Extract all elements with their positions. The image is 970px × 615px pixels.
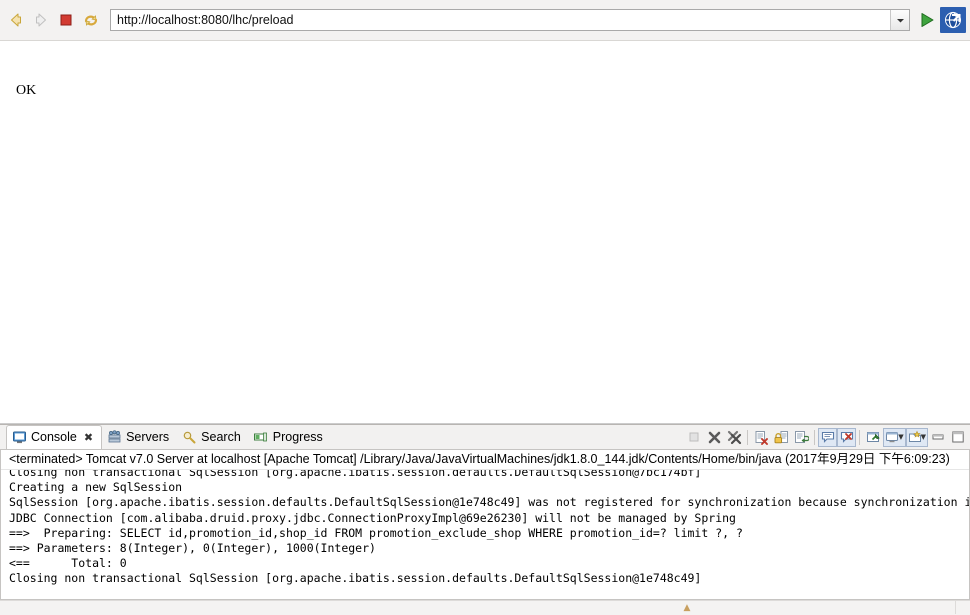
console-horizontal-scrollbar[interactable]: ▲: [0, 600, 970, 615]
console-view: Console ✖ Servers Search Progress ▼ ▼ <t…: [0, 424, 970, 615]
url-input[interactable]: http://localhost:8080/lhc/preload: [111, 10, 890, 30]
url-bar[interactable]: http://localhost:8080/lhc/preload: [110, 9, 910, 31]
console-terminated-header: <terminated> Tomcat v7.0 Server at local…: [1, 450, 969, 470]
scrollbar-thumb[interactable]: ▲: [680, 603, 694, 613]
pin-console-icon[interactable]: [863, 427, 883, 447]
tab-servers[interactable]: Servers: [102, 426, 177, 449]
tab-search[interactable]: Search: [177, 426, 249, 449]
tab-progress[interactable]: Progress: [249, 426, 331, 449]
log-line: Closing non transactional SqlSession [or…: [9, 470, 702, 479]
terminate-all-disabled-icon: [684, 427, 704, 447]
tab-console[interactable]: Console ✖: [6, 424, 103, 450]
console-toolbar: ▼ ▼: [684, 425, 970, 449]
forward-arrow-icon: [29, 8, 53, 32]
refresh-icon[interactable]: [79, 8, 103, 32]
terminate-icon[interactable]: [704, 427, 724, 447]
remove-all-terminated-icon[interactable]: [724, 427, 744, 447]
console-icon: [11, 429, 27, 445]
browser-toolbar: http://localhost:8080/lhc/preload: [0, 0, 970, 41]
log-line: ==> Preparing: SELECT id,promotion_id,sh…: [9, 525, 750, 540]
chevron-down-icon: [896, 17, 905, 24]
chevron-down-icon[interactable]: ▼: [921, 433, 926, 441]
log-line: ==> Parameters: 8(Integer), 0(Integer), …: [9, 540, 376, 555]
url-history-dropdown-button[interactable]: [890, 10, 909, 30]
log-line: JDBC Connection [com.alibaba.druid.proxy…: [9, 510, 736, 525]
scrollbar-corner: [955, 601, 970, 614]
console-tabs-left: Console ✖ Servers Search Progress: [6, 424, 684, 450]
open-external-browser-icon[interactable]: [940, 7, 966, 33]
servers-icon: [106, 429, 122, 445]
go-button[interactable]: [914, 7, 940, 33]
toolbar-separator-3: [856, 427, 863, 447]
console-tab-bar: Console ✖ Servers Search Progress ▼ ▼: [0, 424, 970, 450]
console-log-lines[interactable]: <== Total: 0 Closing non transactional S…: [1, 470, 969, 587]
show-console-on-output-icon[interactable]: [818, 427, 838, 447]
toolbar-separator-2: [811, 427, 818, 447]
page-body-text: OK: [16, 83, 37, 98]
word-wrap-icon[interactable]: [791, 427, 811, 447]
open-console-button[interactable]: ▼: [905, 427, 928, 447]
open-console-icon: [908, 430, 922, 444]
close-icon[interactable]: ✖: [84, 431, 93, 444]
maximize-icon[interactable]: [948, 427, 968, 447]
progress-icon: [253, 429, 269, 445]
log-line: <== Total: 0: [9, 556, 127, 571]
minimize-icon[interactable]: [928, 427, 948, 447]
display-selected-console-icon: [885, 430, 899, 444]
eclipse-window: http://localhost:8080/lhc/preload OK Con…: [0, 0, 970, 615]
log-line: Closing non transactional SqlSession [or…: [9, 571, 702, 586]
stop-icon[interactable]: [54, 8, 78, 32]
log-line: Creating a new SqlSession: [9, 480, 183, 495]
show-console-on-error-icon[interactable]: [837, 427, 857, 447]
clear-console-icon[interactable]: [751, 427, 771, 447]
back-arrow-icon[interactable]: [4, 8, 28, 32]
tab-progress-label: Progress: [272, 430, 323, 444]
console-output-area[interactable]: <terminated> Tomcat v7.0 Server at local…: [0, 449, 970, 600]
scroll-lock-icon[interactable]: [771, 427, 791, 447]
browser-page-content: OK: [0, 41, 970, 424]
log-line: SqlSession [org.apache.ibatis.session.de…: [9, 495, 969, 510]
search-icon: [181, 429, 197, 445]
tab-console-label: Console: [31, 430, 77, 444]
toolbar-separator: [744, 427, 751, 447]
tab-servers-label: Servers: [126, 430, 170, 444]
display-selected-console-button[interactable]: ▼: [883, 427, 906, 447]
chevron-down-icon[interactable]: ▼: [898, 433, 903, 441]
tab-search-label: Search: [201, 430, 241, 444]
